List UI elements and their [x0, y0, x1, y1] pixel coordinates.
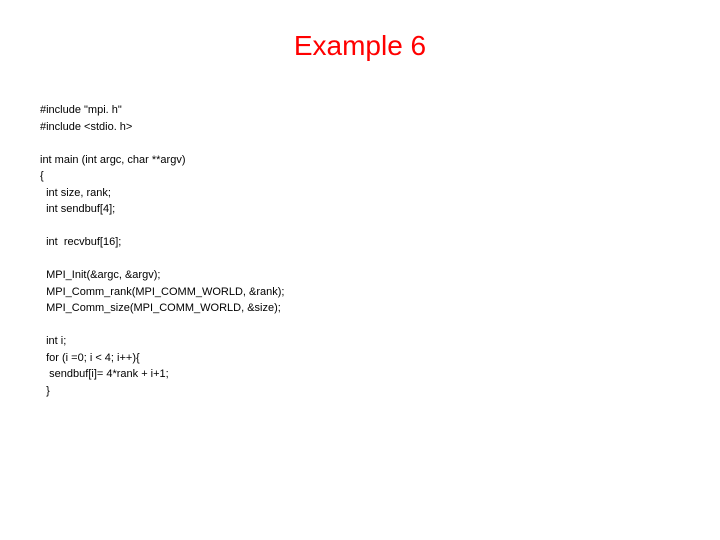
code-line: int size, rank;: [40, 187, 111, 199]
slide-title: Example 6: [40, 30, 680, 62]
code-line: }: [40, 385, 50, 397]
code-line: int sendbuf[4];: [40, 203, 115, 215]
code-line: {: [40, 170, 44, 182]
code-line: MPI_Init(&argc, &argv);: [40, 269, 160, 281]
slide-container: Example 6 #include "mpi. h" #include <st…: [0, 0, 720, 540]
code-line: MPI_Comm_rank(MPI_COMM_WORLD, &rank);: [40, 286, 284, 298]
code-line: #include <stdio. h>: [40, 121, 132, 133]
code-block: #include "mpi. h" #include <stdio. h> in…: [40, 102, 680, 399]
code-line: sendbuf[i]= 4*rank + i+1;: [40, 368, 169, 380]
code-line: MPI_Comm_size(MPI_COMM_WORLD, &size);: [40, 302, 281, 314]
code-line: int recvbuf[16];: [40, 236, 121, 248]
code-line: for (i =0; i < 4; i++){: [40, 352, 140, 364]
code-line: int i;: [40, 335, 66, 347]
code-line: #include "mpi. h": [40, 104, 122, 116]
code-line: int main (int argc, char **argv): [40, 154, 186, 166]
